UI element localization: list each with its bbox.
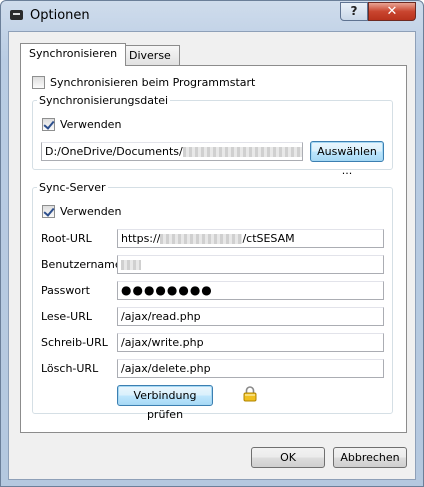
sync-file-path-input[interactable]: D:/OneDrive/Documents/ xyxy=(41,142,303,161)
username-input[interactable] xyxy=(117,255,384,274)
password-label: Passwort xyxy=(41,284,90,297)
sync-on-start-checkbox[interactable] xyxy=(32,76,45,89)
sync-server-group xyxy=(32,187,393,414)
ok-button[interactable]: OK xyxy=(251,447,325,468)
redacted-text xyxy=(182,147,302,157)
sync-server-use-label[interactable]: Verwenden xyxy=(60,205,121,218)
sync-file-path-value: D:/OneDrive/Documents/ xyxy=(45,145,183,158)
sync-on-start-label[interactable]: Synchronisieren beim Programmstart xyxy=(50,76,255,89)
options-dialog: Optionen ? ✕ Synchronisieren Diverse Syn… xyxy=(0,0,424,487)
password-value: ●●●●●●●● xyxy=(121,283,213,297)
cancel-button[interactable]: Abbrechen xyxy=(333,447,407,468)
redacted-text xyxy=(121,260,141,270)
tab-pane-synchronisieren: Synchronisieren beim Programmstart Synch… xyxy=(20,65,407,433)
read-url-input[interactable]: /ajax/read.php xyxy=(117,307,384,326)
sync-server-use-checkbox[interactable] xyxy=(42,205,55,218)
delete-url-input[interactable]: /ajax/delete.php xyxy=(117,359,384,378)
root-url-suffix: /ctSESAM xyxy=(242,232,295,245)
sync-file-group-title: Synchronisierungsdatei xyxy=(37,94,171,107)
tab-synchronisieren[interactable]: Synchronisieren xyxy=(20,43,127,66)
root-url-label: Root-URL xyxy=(41,232,92,245)
browse-button[interactable]: Auswählen ... xyxy=(310,141,384,177)
window-title: Optionen xyxy=(30,8,90,23)
root-url-input[interactable]: https:// /ctSESAM xyxy=(117,229,384,248)
username-label: Benutzername xyxy=(41,258,122,271)
delete-url-label: Lösch-URL xyxy=(41,362,99,375)
password-input[interactable]: ●●●●●●●● xyxy=(117,281,384,300)
app-icon xyxy=(10,10,23,20)
dialog-body: Synchronisieren Diverse Synchronisieren … xyxy=(8,31,416,480)
write-url-input[interactable]: /ajax/write.php xyxy=(117,333,384,352)
title-bar[interactable]: Optionen ? ✕ xyxy=(1,1,423,31)
sync-file-use-checkbox[interactable] xyxy=(42,118,55,131)
read-url-label: Lese-URL xyxy=(41,310,92,323)
help-button[interactable]: ? xyxy=(340,2,368,21)
tab-diverse[interactable]: Diverse xyxy=(120,45,180,65)
close-button[interactable]: ✕ xyxy=(368,2,416,21)
redacted-text xyxy=(160,234,243,244)
sync-server-group-title: Sync-Server xyxy=(37,181,108,194)
lock-icon xyxy=(243,386,257,402)
write-url-label: Schreib-URL xyxy=(41,336,108,349)
root-url-prefix: https:// xyxy=(121,232,161,245)
verify-connection-button[interactable]: Verbindung prüfen xyxy=(117,385,213,421)
sync-file-use-label[interactable]: Verwenden xyxy=(60,118,121,131)
